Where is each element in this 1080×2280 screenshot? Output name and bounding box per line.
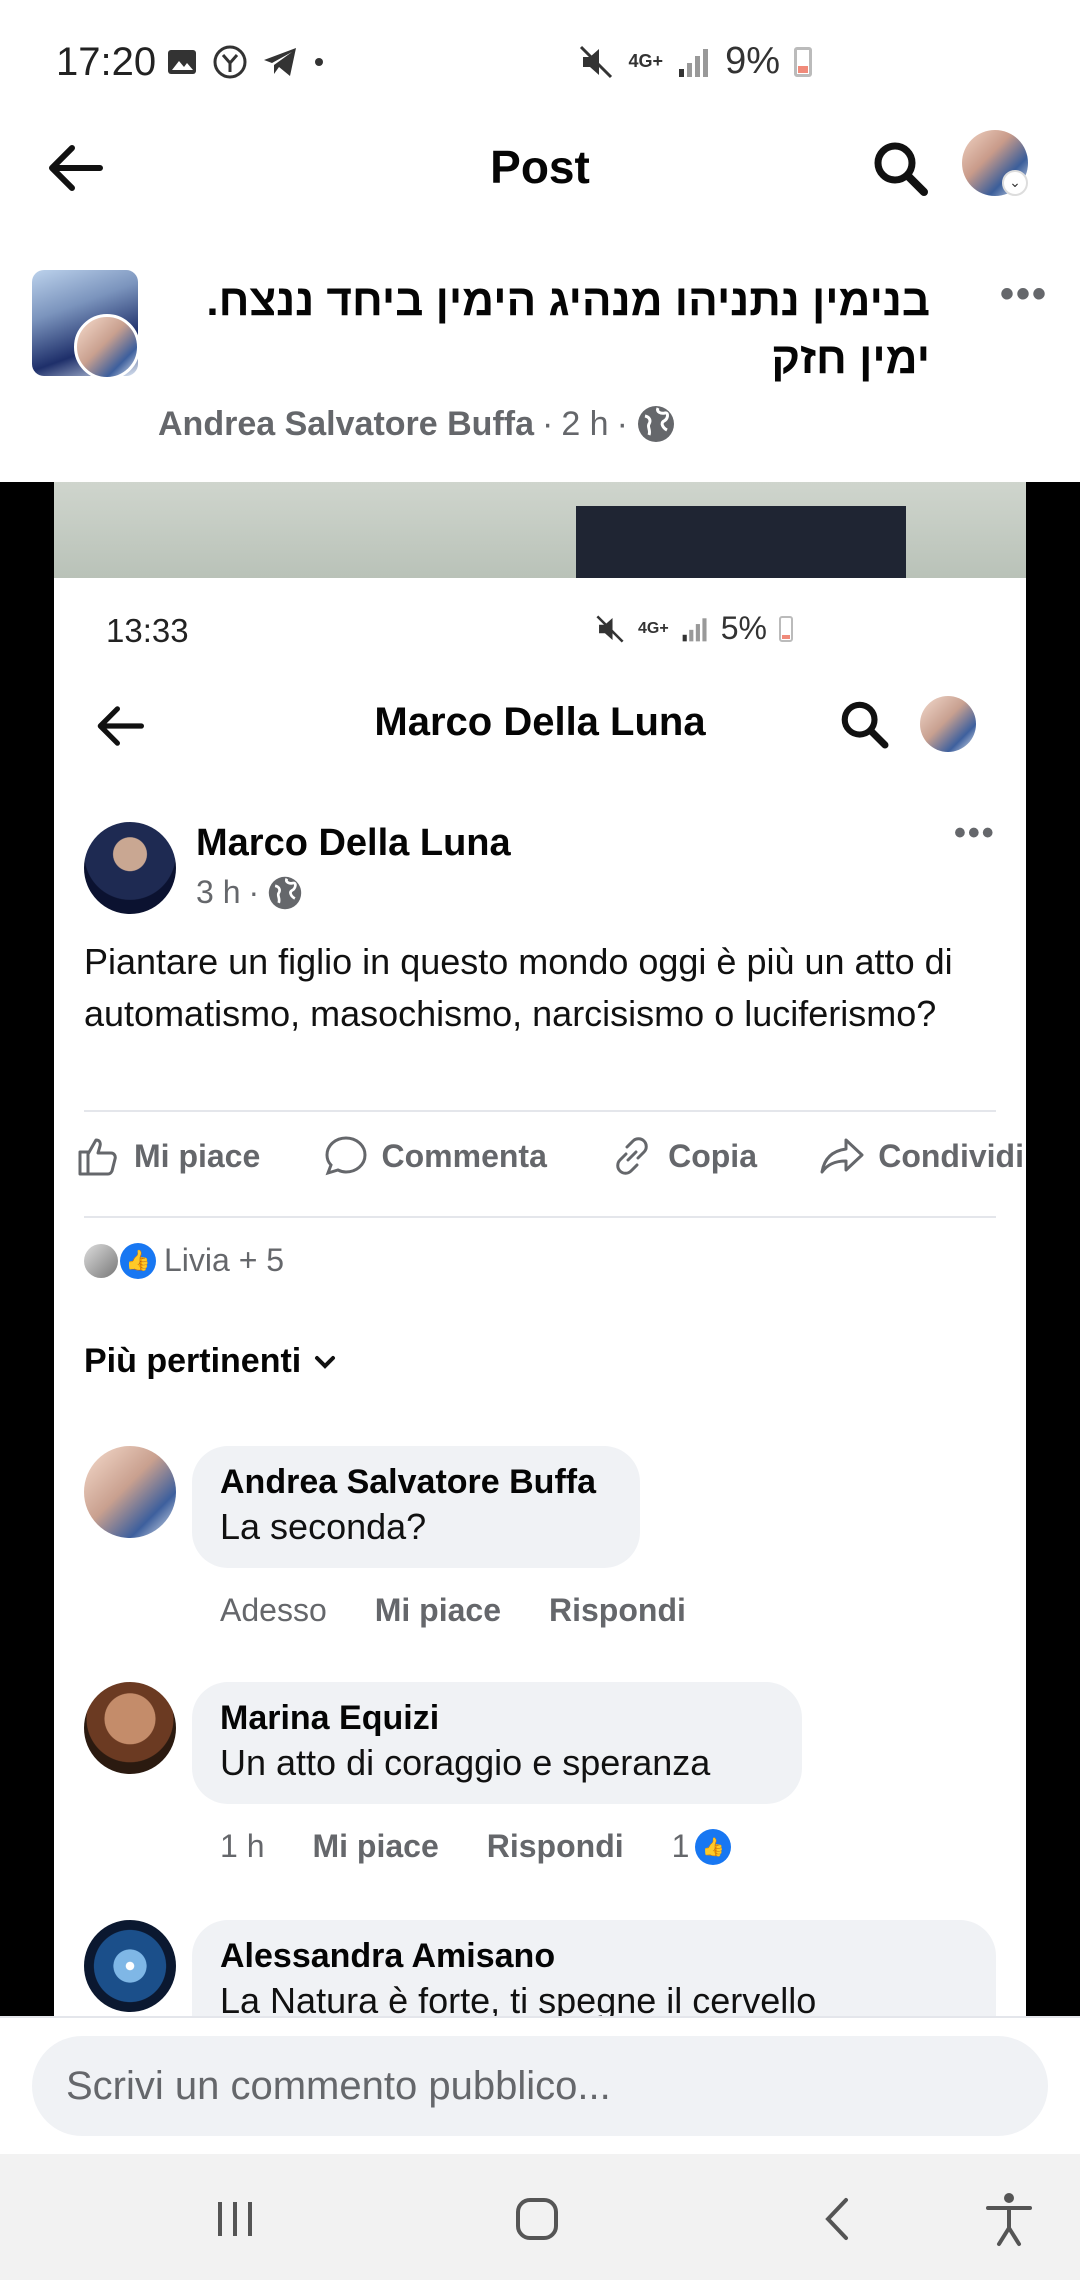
post-author-name[interactable]: Andrea Salvatore Buffa bbox=[158, 405, 534, 444]
share-label: Condividi bbox=[878, 1137, 1024, 1174]
shared-network-type: 4G+ bbox=[638, 619, 669, 637]
comment-text: Un atto di coraggio e speranza bbox=[220, 1742, 711, 1783]
comment-author: Andrea Salvatore Buffa bbox=[220, 1463, 596, 1501]
battery-percent: 9% bbox=[725, 40, 780, 82]
battery-icon bbox=[778, 615, 793, 642]
share-action: Condividi bbox=[818, 1132, 1024, 1180]
comment-author: Marina Equizi bbox=[220, 1699, 440, 1737]
globe-icon bbox=[268, 876, 302, 909]
like-action: Mi piace bbox=[74, 1132, 260, 1180]
comment-text: La Natura è forte, ti spegne il cervello bbox=[220, 1980, 817, 2018]
search-icon[interactable] bbox=[868, 136, 932, 200]
comment-icon bbox=[324, 1136, 367, 1176]
comment-avatar bbox=[84, 1446, 176, 1538]
comment-text: La seconda? bbox=[220, 1506, 427, 1547]
comment-bubble: Andrea Salvatore Buffa La seconda? bbox=[192, 1446, 640, 1568]
post-text-line-2: ימין חזק bbox=[771, 334, 930, 383]
like-badge-icon: 👍 bbox=[120, 1242, 156, 1279]
like-label: Mi piace bbox=[134, 1137, 261, 1174]
post-text: בנימין נתניהו מנהיג הימין ביחד ננצח. ימי… bbox=[130, 272, 930, 388]
network-type: 4G+ bbox=[628, 51, 664, 71]
comment-bubble: Marina Equizi Un atto di coraggio e sper… bbox=[192, 1682, 802, 1804]
comment-sort: Più pertinenti bbox=[84, 1342, 339, 1381]
back-icon[interactable] bbox=[804, 2184, 874, 2254]
screenshot-top-image bbox=[576, 506, 906, 578]
comment-avatar bbox=[84, 1682, 176, 1774]
status-right-icons: 4G+ 9% bbox=[577, 40, 812, 83]
shared-post-time: 3 h bbox=[196, 874, 241, 910]
recent-apps-icon[interactable] bbox=[200, 2184, 270, 2254]
comment-author: Alessandra Amisano bbox=[220, 1937, 556, 1975]
shared-image[interactable]: 13:33 4G+ 5% Marco Della Luna Marco Dell… bbox=[0, 482, 1080, 2018]
dot-icon bbox=[315, 58, 323, 66]
system-nav-bar bbox=[0, 2154, 1080, 2280]
chevron-down-icon bbox=[315, 1355, 336, 1369]
like-count-value: 1 bbox=[671, 1828, 690, 1864]
search-icon bbox=[841, 701, 889, 749]
mute-icon bbox=[596, 614, 624, 643]
comment-composer: Scrivi un commento pubblico... bbox=[0, 2016, 1080, 2154]
comment-actions: 1 h Mi piace Rispondi 1 👍 bbox=[220, 1828, 732, 1865]
comment-time: Adesso bbox=[220, 1592, 327, 1628]
yoga-app-icon bbox=[213, 45, 247, 79]
post-text-line-1: בנימין נתניהו מנהיג הימין ביחד ננצח. bbox=[206, 276, 930, 325]
comment-reply: Rispondi bbox=[486, 1828, 624, 1864]
status-time: 17:20 bbox=[56, 40, 157, 84]
status-bar: 17:20 4G+ 9% bbox=[0, 0, 1080, 130]
comment-label: Commenta bbox=[381, 1137, 547, 1174]
copy-action: Copia bbox=[608, 1132, 757, 1180]
thumbs-up-icon bbox=[78, 1138, 117, 1176]
comment-like-count: 1 👍 bbox=[672, 1828, 732, 1865]
home-icon[interactable] bbox=[502, 2184, 572, 2254]
comment-input[interactable]: Scrivi un commento pubblico... bbox=[32, 2036, 1048, 2136]
screenshot-content: 13:33 4G+ 5% Marco Della Luna Marco Dell… bbox=[54, 482, 1026, 2018]
reactions-text: Livia + 5 bbox=[164, 1242, 285, 1278]
shared-battery-percent: 5% bbox=[720, 610, 767, 646]
shared-status-time: 13:33 bbox=[106, 612, 189, 649]
divider bbox=[84, 1216, 996, 1218]
globe-icon bbox=[637, 406, 674, 442]
shared-post-meta: 3 h · bbox=[196, 874, 303, 911]
app-header: Post ⌄ bbox=[0, 120, 1080, 210]
gallery-icon bbox=[168, 50, 196, 74]
link-icon bbox=[616, 1137, 648, 1175]
shared-action-bar: Mi piace Commenta Copia Condividi bbox=[74, 1132, 1024, 1180]
telegram-icon bbox=[264, 48, 296, 76]
more-options-icon[interactable]: ••• bbox=[1000, 272, 1048, 317]
reactions-summary: 👍 Livia + 5 bbox=[84, 1242, 284, 1279]
shared-post-body: Piantare un figlio in questo mondo oggi … bbox=[84, 941, 953, 1034]
comment-avatar bbox=[84, 1920, 176, 2012]
copy-label: Copia bbox=[668, 1137, 757, 1174]
comment-bubble: Alessandra Amisano La Natura è forte, ti… bbox=[192, 1920, 996, 2018]
signal-icon bbox=[679, 48, 709, 77]
comment-time: 1 h bbox=[220, 1828, 265, 1864]
battery-icon bbox=[794, 46, 812, 77]
signal-icon bbox=[682, 617, 707, 641]
mute-icon bbox=[579, 45, 612, 78]
comment-reply: Rispondi bbox=[549, 1592, 686, 1628]
shared-author-avatar bbox=[84, 822, 176, 914]
post-meta: Andrea Salvatore Buffa · 2 h · bbox=[158, 404, 676, 444]
reactor-avatar bbox=[84, 1243, 118, 1278]
sort-label: Più pertinenti bbox=[84, 1342, 302, 1380]
comment-like: Mi piace bbox=[312, 1828, 439, 1864]
comment-actions: Adesso Mi piace Rispondi bbox=[220, 1592, 686, 1629]
shared-profile-avatar bbox=[920, 696, 976, 752]
more-options-icon: ••• bbox=[954, 814, 996, 852]
share-icon bbox=[820, 1138, 864, 1174]
status-notification-icons bbox=[166, 44, 326, 80]
accessibility-icon[interactable] bbox=[974, 2184, 1044, 2254]
divider bbox=[84, 1110, 996, 1112]
chevron-down-icon[interactable]: ⌄ bbox=[1002, 170, 1028, 196]
shared-status-icons: 4G+ 5% bbox=[594, 610, 793, 647]
shared-author-name: Marco Della Luna bbox=[196, 822, 511, 864]
like-badge-icon: 👍 bbox=[695, 1828, 732, 1865]
comment-action: Commenta bbox=[322, 1132, 547, 1180]
post-time: 2 h bbox=[561, 404, 609, 443]
comment-like: Mi piace bbox=[374, 1592, 501, 1628]
